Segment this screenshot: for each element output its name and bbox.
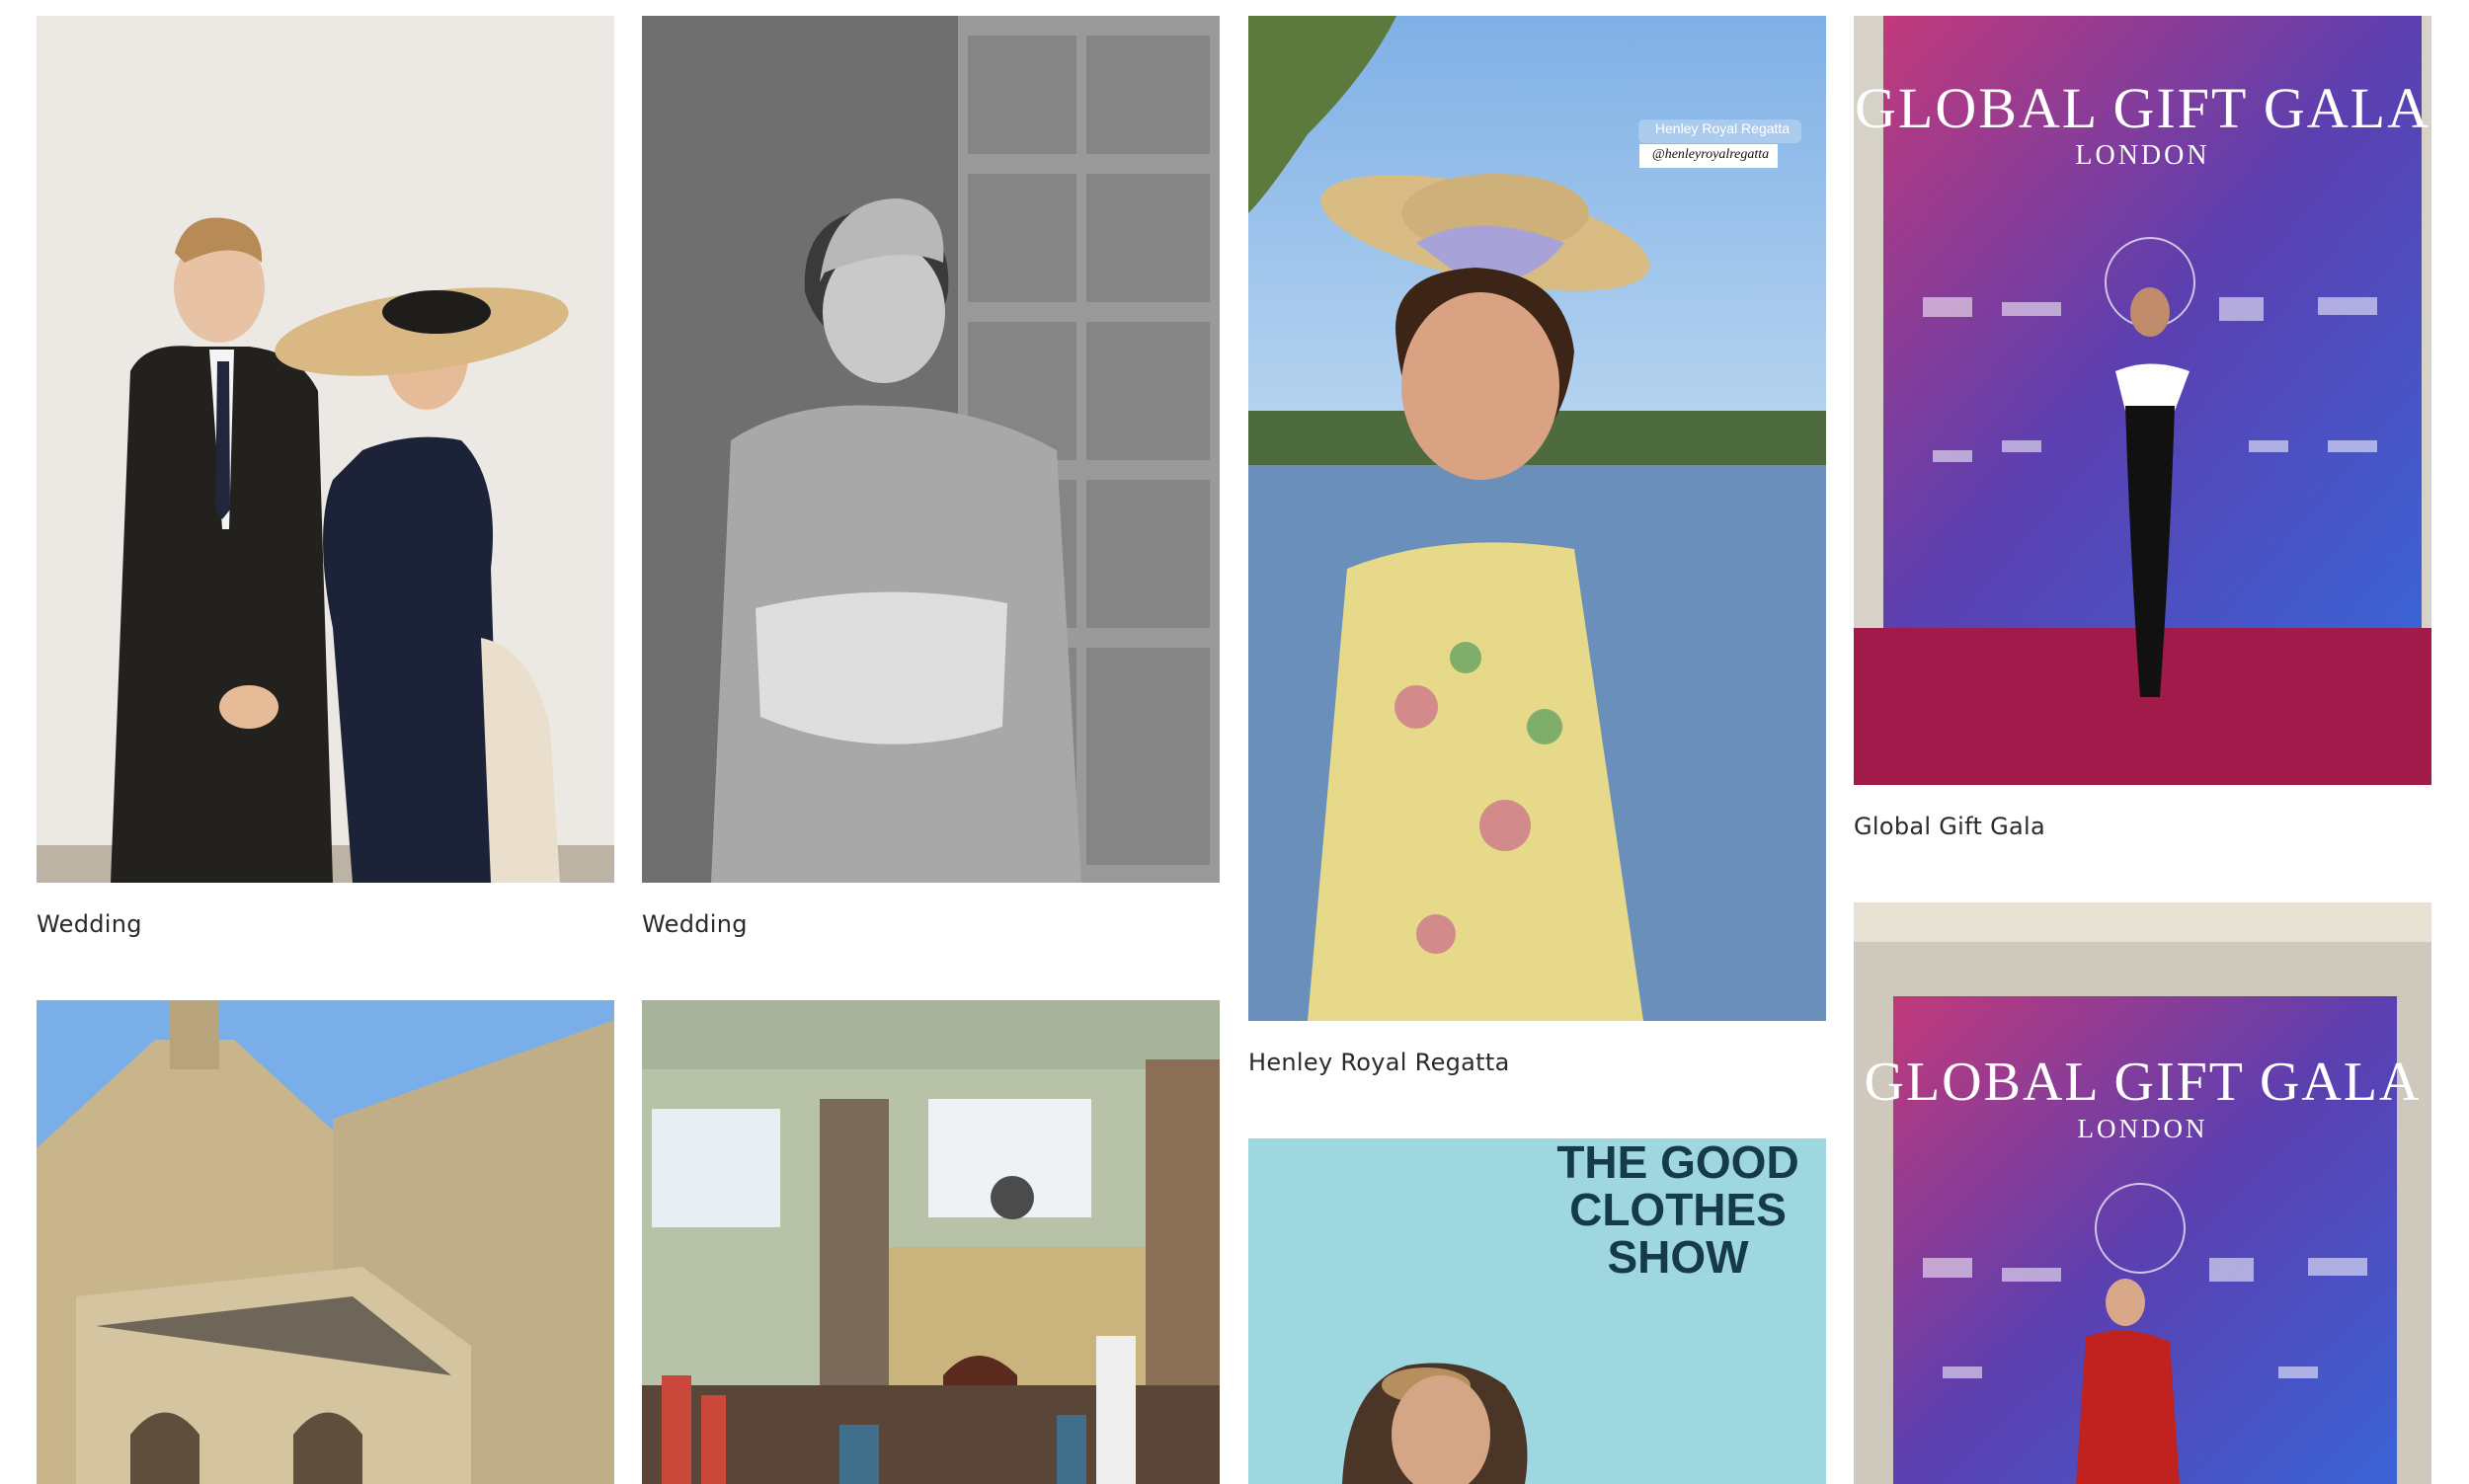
gallery-item-wedding-1[interactable]: Wedding (37, 16, 614, 938)
stone-building-photo[interactable] (37, 1000, 614, 1484)
global-gift-gala-photo[interactable]: GLOBAL GIFT GALA LONDON (1854, 16, 2431, 785)
hall-interior-photo[interactable] (642, 1000, 1220, 1484)
gallery-item-good-clothes-show[interactable]: THE GOOD CLOTHES SHOW (1248, 1138, 1826, 1484)
gala-banner-subtitle: LONDON (2077, 1114, 2208, 1143)
henley-regatta-image (1248, 16, 1826, 1021)
location-tag: Henley Royal Regatta (1654, 120, 1791, 136)
gallery-item-henley[interactable]: Henley Royal Regatta @henleyroyalregatta… (1248, 16, 1826, 1076)
gallery-caption: Wedding (37, 910, 142, 938)
wedding-couple-photo[interactable] (37, 16, 614, 883)
gala-banner-title: GLOBAL GIFT GALA (1864, 1052, 2422, 1113)
global-gift-gala-2-photo[interactable]: GLOBAL GIFT GALA LONDON (1854, 902, 2431, 1484)
gallery-caption: Wedding (642, 910, 748, 938)
gallery-item-global-gift-gala[interactable]: GLOBAL GIFT GALA LONDON Global Gift Gala (1854, 16, 2431, 840)
photo-gallery: Wedding Wedding Henley Royal Regatta @he… (0, 0, 2469, 1484)
stone-building-image (37, 1000, 614, 1484)
global-gift-gala-2-image (1854, 902, 2431, 1484)
gallery-caption: Henley Royal Regatta (1248, 1049, 1510, 1076)
mention-tag: @henleyroyalregatta (1651, 147, 1770, 162)
gala-banner-title: GLOBAL GIFT GALA (1855, 76, 2430, 140)
wedding-bw-image (642, 16, 1220, 883)
show-banner-title: THE GOOD CLOTHES SHOW (1556, 1138, 1799, 1283)
hall-interior-image (642, 1000, 1220, 1484)
henley-regatta-photo[interactable]: Henley Royal Regatta @henleyroyalregatta (1248, 16, 1826, 1021)
wedding-bw-photo[interactable] (642, 16, 1220, 883)
gallery-item-global-gift-gala-2[interactable]: GLOBAL GIFT GALA LONDON (1854, 902, 2431, 1484)
gallery-item-building[interactable] (37, 1000, 614, 1484)
good-clothes-show-photo[interactable]: THE GOOD CLOTHES SHOW (1248, 1138, 1826, 1484)
gallery-item-hall[interactable] (642, 1000, 1220, 1484)
gala-banner-subtitle: LONDON (2075, 140, 2210, 171)
wedding-couple-image (37, 16, 614, 883)
gallery-caption: Global Gift Gala (1854, 813, 2045, 840)
gallery-item-wedding-2[interactable]: Wedding (642, 16, 1220, 938)
